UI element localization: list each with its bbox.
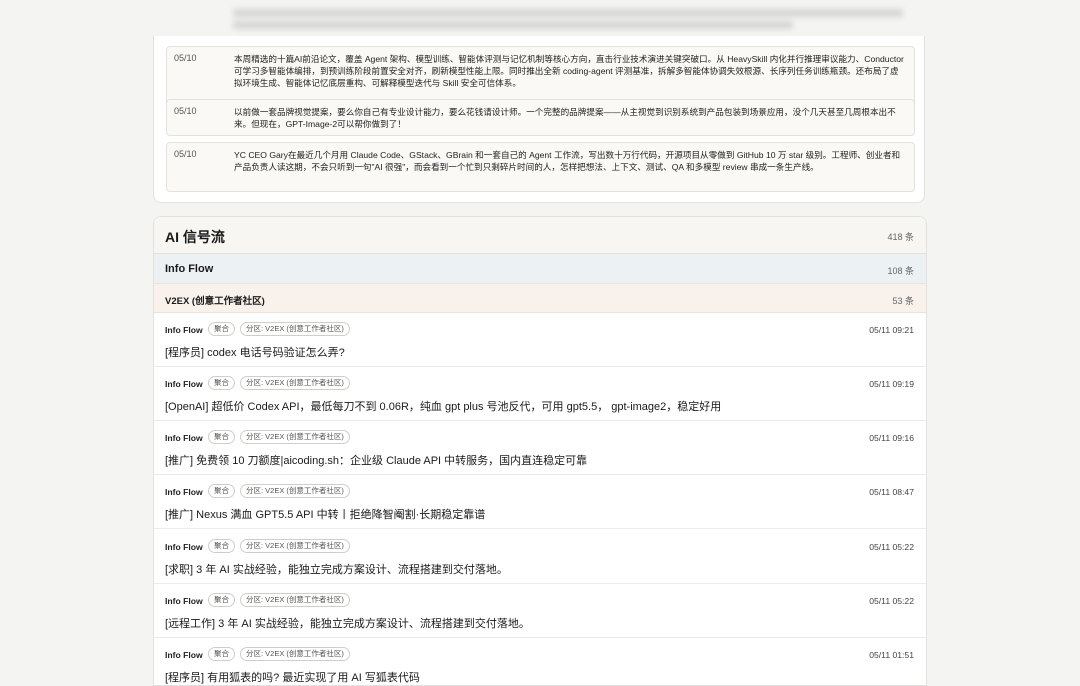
feed-title-link[interactable]: [推广] 免费领 10 刀额度|aicoding.sh：企业级 Claude A… [165, 452, 587, 468]
aggregate-tag: 聚合 [208, 484, 235, 498]
feed-title-link[interactable]: [求职] 3 年 AI 实战经验，能独立完成方案设计、流程搭建到交付落地。 [165, 561, 508, 577]
feed-item[interactable]: Info Flow 聚合 分区: V2EX (创意工作者社区) 05/11 09… [154, 367, 926, 421]
feed-source: Info Flow [165, 487, 203, 497]
feed-item[interactable]: Info Flow 聚合 分区: V2EX (创意工作者社区) 05/11 05… [154, 530, 926, 584]
news-text: YC CEO Gary在最近几个月用 Claude Code、GStack、GB… [234, 150, 901, 172]
category-tag: 分区: V2EX (创意工作者社区) [240, 430, 350, 444]
category-tag: 分区: V2EX (创意工作者社区) [240, 593, 350, 607]
section-header[interactable]: AI 信号流 418 条 [154, 217, 926, 254]
feed-source: Info Flow [165, 650, 203, 660]
news-text: 以前做一套品牌视觉提案，要么你自己有专业设计能力，要么花钱请设计师。一个完整的品… [234, 107, 896, 129]
news-date: 05/10 [174, 106, 197, 116]
feed-item[interactable]: Info Flow 聚合 分区: V2EX (创意工作者社区) 05/11 08… [154, 475, 926, 529]
section-count: 418 条 [887, 232, 914, 242]
news-item[interactable]: 05/10 YC CEO Gary在最近几个月用 Claude Code、GSt… [166, 142, 915, 192]
feed-source: Info Flow [165, 433, 203, 443]
subsection-count: 108 条 [887, 266, 914, 276]
news-date: 05/10 [174, 53, 197, 63]
feed-time: 05/11 05:22 [869, 542, 914, 552]
source-group-header[interactable]: V2EX (创意工作者社区) 53 条 [154, 284, 926, 313]
feed-title-link[interactable]: [推广] Nexus 满血 GPT5.5 API 中转丨拒绝降智阉割·长期稳定靠… [165, 506, 485, 522]
source-group-title: V2EX (创意工作者社区) [165, 296, 265, 307]
aggregate-tag: 聚合 [208, 539, 235, 553]
aggregate-tag: 聚合 [208, 376, 235, 390]
aggregate-tag: 聚合 [208, 593, 235, 607]
feed-title-link[interactable]: [程序员] codex 电话号码验证怎么弄? [165, 344, 345, 360]
news-item[interactable]: 05/10 以前做一套品牌视觉提案，要么你自己有专业设计能力，要么花钱请设计师。… [166, 99, 915, 136]
source-group-count: 53 条 [892, 296, 914, 306]
feed-item[interactable]: Info Flow 聚合 分区: V2EX (创意工作者社区) 05/11 05… [154, 584, 926, 638]
feed-time: 05/11 01:51 [869, 650, 914, 660]
feed-title-link[interactable]: [OpenAI] 超低价 Codex API，最低每刀不到 0.06R，纯血 g… [165, 398, 721, 414]
feed-time: 05/11 05:22 [869, 596, 914, 606]
aggregate-tag: 聚合 [208, 430, 235, 444]
feed-time: 05/11 09:19 [869, 379, 914, 389]
signal-flow-card: AI 信号流 418 条 Info Flow 108 条 V2EX (创意工作者… [153, 216, 927, 686]
aggregate-tag: 聚合 [208, 647, 235, 661]
feed-time: 05/11 09:16 [869, 433, 914, 443]
news-date: 05/10 [174, 149, 197, 159]
category-tag: 分区: V2EX (创意工作者社区) [240, 322, 350, 336]
category-tag: 分区: V2EX (创意工作者社区) [240, 376, 350, 390]
feed-source: Info Flow [165, 379, 203, 389]
news-text: 本周精选的十篇AI前沿论文，覆盖 Agent 架构、模型训练、智能体评测与记忆机… [234, 54, 904, 88]
aggregate-tag: 聚合 [208, 322, 235, 336]
feed-time: 05/11 08:47 [869, 487, 914, 497]
subsection-title: Info Flow [165, 263, 214, 275]
feed-time: 05/11 09:21 [869, 325, 914, 335]
feed-title-link[interactable]: [程序员] 有用狐表的吗? 最近实现了用 AI 写狐表代码 [165, 669, 420, 685]
news-card: 05/10 本周精选的十篇AI前沿论文，覆盖 Agent 架构、模型训练、智能体… [153, 36, 925, 203]
section-title: AI 信号流 [165, 229, 225, 245]
category-tag: 分区: V2EX (创意工作者社区) [240, 539, 350, 553]
feed-item[interactable]: Info Flow 聚合 分区: V2EX (创意工作者社区) 05/11 09… [154, 313, 926, 367]
blurred-previous-item [153, 0, 927, 40]
feed-item[interactable]: Info Flow 聚合 分区: V2EX (创意工作者社区) 05/11 01… [154, 638, 926, 685]
category-tag: 分区: V2EX (创意工作者社区) [240, 484, 350, 498]
feed-source: Info Flow [165, 542, 203, 552]
feed-source: Info Flow [165, 596, 203, 606]
feed-title-link[interactable]: [远程工作] 3 年 AI 实战经验，能独立完成方案设计、流程搭建到交付落地。 [165, 615, 530, 631]
feed-item[interactable]: Info Flow 聚合 分区: V2EX (创意工作者社区) 05/11 09… [154, 421, 926, 475]
subsection-header[interactable]: Info Flow 108 条 [154, 254, 926, 284]
category-tag: 分区: V2EX (创意工作者社区) [240, 647, 350, 661]
feed-source: Info Flow [165, 325, 203, 335]
